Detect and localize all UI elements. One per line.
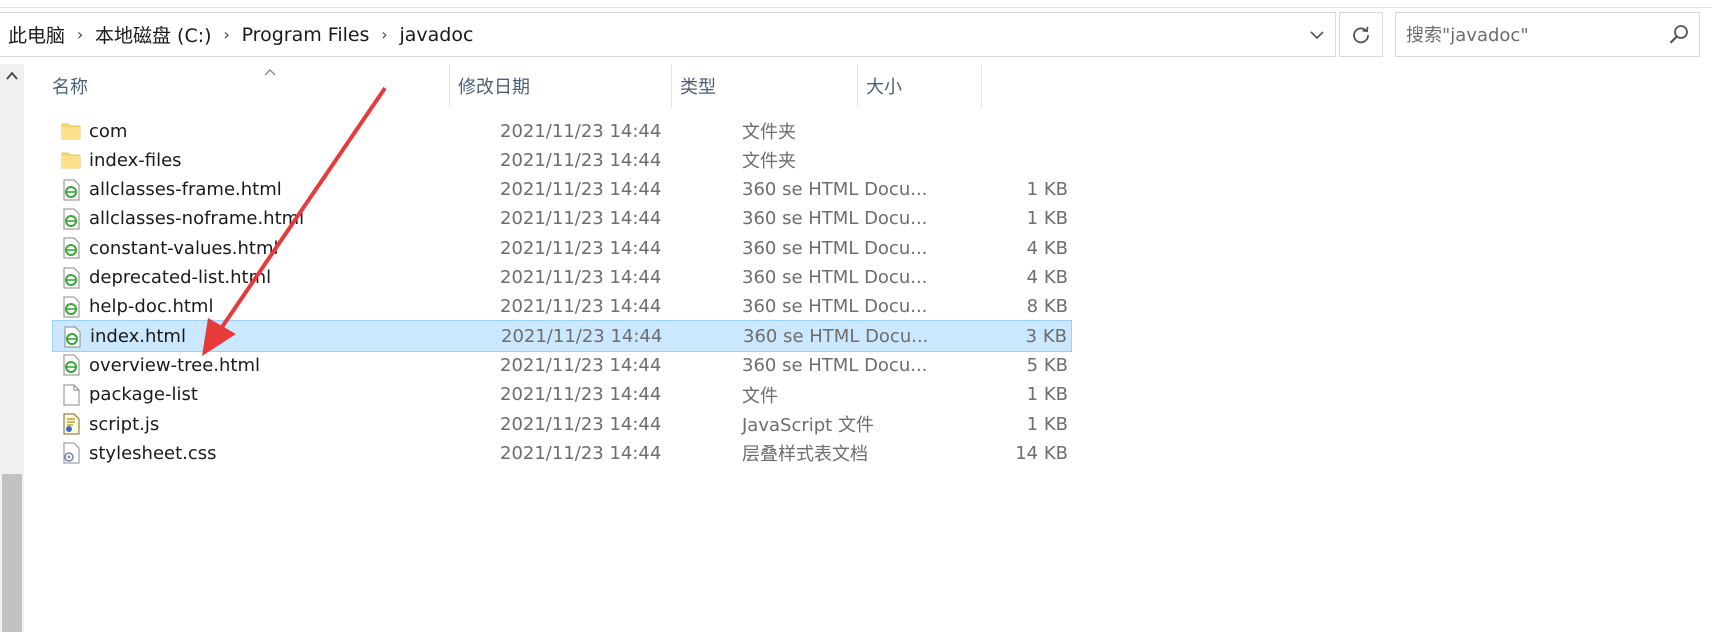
vertical-scrollbar[interactable] bbox=[0, 64, 24, 632]
file-size: 1 KB bbox=[1026, 179, 1068, 201]
file-date: 2021/11/23 14:44 bbox=[500, 120, 662, 142]
file-date: 2021/11/23 14:44 bbox=[501, 325, 663, 347]
html-file-icon bbox=[60, 208, 82, 230]
file-name: index-files bbox=[89, 149, 182, 171]
column-header-type[interactable]: 类型 bbox=[672, 64, 858, 108]
breadcrumb-program-files[interactable]: Program Files bbox=[240, 24, 372, 46]
file-row[interactable]: constant-values.html 2021/11/23 14:44 360 … bbox=[52, 232, 1072, 264]
file-name: deprecated-list.html bbox=[89, 267, 272, 288]
file-row[interactable]: stylesheet.css 2021/11/23 14:44 层叠样式表文档 14 … bbox=[52, 437, 1072, 469]
file-name: overview-tree.html bbox=[89, 354, 261, 376]
window-top-edge bbox=[0, 0, 1712, 8]
file-type: 文件 bbox=[742, 385, 778, 407]
file-name: allclasses-noframe.html bbox=[89, 208, 305, 230]
scroll-up-arrow-icon[interactable] bbox=[0, 64, 24, 88]
file-date: 2021/11/23 14:44 bbox=[500, 384, 662, 406]
file-row[interactable]: com 2021/11/23 14:44 文件夹 bbox=[52, 115, 1072, 147]
html-file-icon bbox=[60, 296, 82, 318]
folder-icon bbox=[60, 120, 82, 142]
html-file-icon bbox=[60, 179, 82, 201]
file-date: 2021/11/23 14:44 bbox=[500, 208, 662, 230]
folder-icon bbox=[60, 149, 82, 171]
file-date: 2021/11/23 14:44 bbox=[500, 267, 662, 288]
file-size: 1 KB bbox=[1026, 208, 1068, 230]
file-type: 层叠样式表文档 bbox=[742, 444, 868, 466]
html-file-icon bbox=[60, 267, 82, 289]
file-size: 8 KB bbox=[1026, 296, 1068, 318]
address-bar[interactable]: 此电脑 › 本地磁盘 (C:) › Program Files › javado… bbox=[0, 12, 1336, 57]
file-type: 360 se HTML Docu... bbox=[742, 296, 928, 318]
html-file-icon bbox=[60, 237, 82, 259]
file-size: 1 KB bbox=[1026, 384, 1068, 406]
search-box bbox=[1395, 12, 1700, 57]
sort-ascending-icon bbox=[264, 64, 276, 80]
chevron-right-icon[interactable]: › bbox=[67, 25, 93, 44]
file-name: script.js bbox=[89, 413, 160, 435]
refresh-button[interactable] bbox=[1339, 12, 1383, 57]
file-type: 360 se HTML Docu... bbox=[742, 267, 928, 288]
breadcrumb-this-pc[interactable]: 此电脑 bbox=[6, 21, 67, 48]
file-date: 2021/11/23 14:44 bbox=[500, 296, 662, 318]
file-row[interactable]: index.html 2021/11/23 14:44 360 se HTML Do… bbox=[52, 320, 1072, 353]
file-size: 5 KB bbox=[1026, 354, 1068, 376]
column-headers: 名称 修改日期 类型 大小 bbox=[24, 64, 1074, 108]
search-input[interactable] bbox=[1406, 20, 1646, 50]
column-header-type-label: 类型 bbox=[680, 77, 716, 98]
file-name: help-doc.html bbox=[89, 296, 214, 318]
chevron-right-icon[interactable]: › bbox=[371, 25, 397, 44]
file-row[interactable]: allclasses-noframe.html 2021/11/23 14:44 3… bbox=[52, 203, 1072, 235]
file-name: index.html bbox=[90, 325, 186, 347]
file-type: 360 se HTML Docu... bbox=[742, 179, 928, 201]
file-name: com bbox=[89, 120, 128, 142]
file-size: 3 KB bbox=[1025, 325, 1067, 347]
file-date: 2021/11/23 14:44 bbox=[500, 413, 662, 435]
file-row[interactable]: overview-tree.html 2021/11/23 14:44 360 se… bbox=[52, 349, 1072, 381]
file-size: 1 KB bbox=[1026, 413, 1068, 435]
file-type: 360 se HTML Docu... bbox=[742, 208, 928, 230]
html-file-icon bbox=[60, 354, 82, 376]
script-file-icon bbox=[60, 413, 82, 435]
file-row[interactable]: index-files 2021/11/23 14:44 文件夹 bbox=[52, 144, 1072, 176]
file-type: 360 se HTML Docu... bbox=[742, 354, 928, 376]
file-size: 14 KB bbox=[1015, 442, 1068, 464]
file-type: 360 se HTML Docu... bbox=[743, 325, 929, 347]
scrollbar-thumb[interactable] bbox=[2, 474, 22, 632]
file-name: stylesheet.css bbox=[89, 442, 217, 464]
file-name: constant-values.html bbox=[89, 237, 279, 259]
file-row[interactable]: deprecated-list.html 2021/11/23 14:44 360 … bbox=[52, 262, 1072, 294]
breadcrumb: 此电脑 › 本地磁盘 (C:) › Program Files › javado… bbox=[6, 13, 475, 56]
column-header-size-label: 大小 bbox=[866, 77, 902, 98]
file-size: 4 KB bbox=[1026, 237, 1068, 259]
file-row[interactable]: allclasses-frame.html 2021/11/23 14:44 360… bbox=[52, 174, 1072, 206]
chevron-down-icon[interactable] bbox=[1300, 13, 1334, 56]
file-row[interactable]: help-doc.html 2021/11/23 14:44 360 se HTML… bbox=[52, 291, 1072, 323]
file-date: 2021/11/23 14:44 bbox=[500, 442, 662, 464]
file-type: 文件夹 bbox=[742, 151, 796, 173]
column-header-date-label: 修改日期 bbox=[458, 77, 530, 98]
file-size: 4 KB bbox=[1026, 267, 1068, 288]
search-icon[interactable] bbox=[1667, 23, 1691, 47]
file-date: 2021/11/23 14:44 bbox=[500, 149, 662, 171]
file-date: 2021/11/23 14:44 bbox=[500, 179, 662, 201]
file-name: package-list bbox=[89, 384, 198, 406]
blank-file-icon bbox=[60, 384, 82, 406]
breadcrumb-javadoc[interactable]: javadoc bbox=[397, 24, 475, 46]
file-row[interactable]: package-list 2021/11/23 14:44 文件 1 KB bbox=[52, 379, 1072, 411]
file-name: allclasses-frame.html bbox=[89, 179, 282, 201]
column-header-size[interactable]: 大小 bbox=[858, 64, 982, 108]
file-date: 2021/11/23 14:44 bbox=[500, 354, 662, 376]
column-header-date[interactable]: 修改日期 bbox=[450, 64, 672, 108]
file-date: 2021/11/23 14:44 bbox=[500, 237, 662, 259]
file-type: 360 se HTML Docu... bbox=[742, 237, 928, 259]
css-file-icon bbox=[60, 442, 82, 464]
chevron-right-icon[interactable]: › bbox=[214, 25, 240, 44]
file-type: 文件夹 bbox=[742, 122, 796, 143]
file-row[interactable]: script.js 2021/11/23 14:44 JavaScript 文件 1 … bbox=[52, 408, 1072, 440]
breadcrumb-local-disk[interactable]: 本地磁盘 (C:) bbox=[93, 21, 214, 48]
refresh-icon bbox=[1353, 26, 1369, 43]
html-file-icon bbox=[61, 326, 83, 348]
file-type: JavaScript 文件 bbox=[742, 415, 874, 436]
column-header-name[interactable]: 名称 bbox=[44, 64, 450, 108]
column-header-name-label: 名称 bbox=[52, 77, 88, 98]
